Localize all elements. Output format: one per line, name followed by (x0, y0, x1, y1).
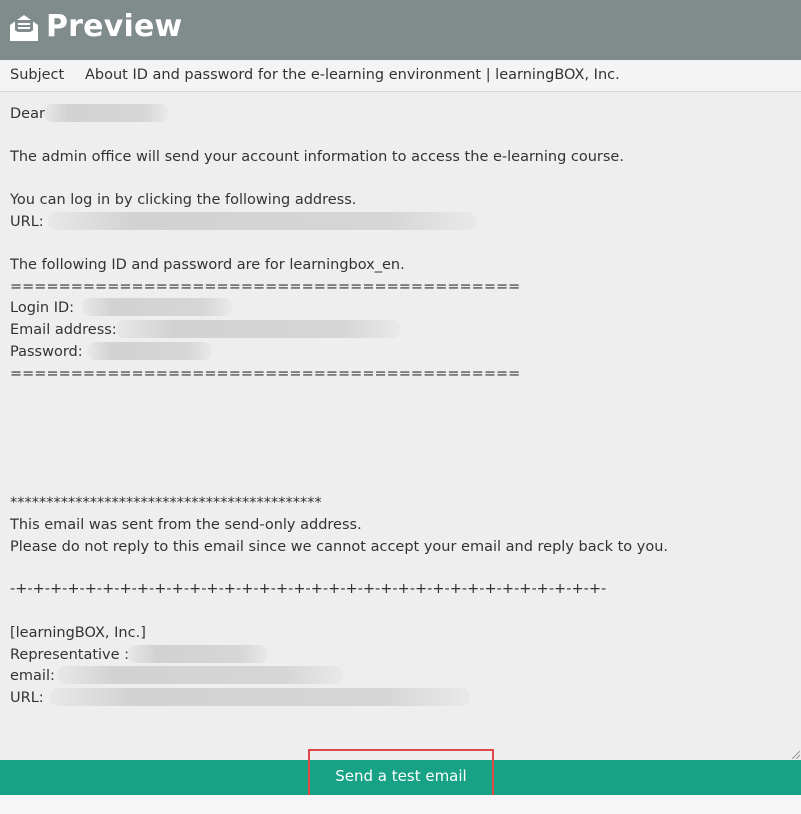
page-title: Preview (46, 9, 183, 44)
redacted-name (44, 104, 168, 122)
email-address-label: Email address: (10, 322, 117, 338)
separator-top: ========================================… (10, 279, 521, 295)
login-instruction: You can log in by clicking the following… (10, 192, 357, 208)
no-reply-notice: Please do not reply to this email since … (10, 539, 669, 555)
separator-bottom: ========================================… (10, 366, 521, 382)
redacted-signature-email (57, 666, 343, 684)
greeting-text: Dear (10, 106, 45, 122)
send-only-notice: This email was sent from the send-only a… (10, 517, 362, 533)
redacted-login-id (82, 298, 232, 316)
bottom-strip (0, 795, 801, 814)
subject-value: About ID and password for the e-learning… (85, 67, 620, 83)
subject-bar: Subject About ID and password for the e-… (0, 60, 801, 92)
signature-url-label: URL: (10, 690, 44, 706)
resize-grip-icon[interactable] (790, 749, 800, 759)
subject-label: Subject (10, 67, 65, 83)
signature-email-label: email: (10, 668, 55, 684)
login-id-label: Login ID: (10, 300, 75, 316)
representative-label: Representative : (10, 647, 130, 663)
redacted-representative (128, 645, 268, 663)
preview-header: Preview (0, 0, 801, 60)
star-divider: ****************************************… (10, 495, 322, 511)
email-body[interactable]: Dear The admin office will send your acc… (0, 92, 801, 760)
redacted-url (48, 212, 476, 230)
dash-divider: -+-+-+-+-+-+-+-+-+-+-+-+-+-+-+-+-+-+-+-+… (10, 581, 607, 597)
url-label: URL: (10, 214, 44, 230)
id-intro-text: The following ID and password are for le… (10, 257, 405, 273)
redacted-signature-url (50, 688, 470, 706)
company-name: [learningBOX, Inc.] (10, 625, 146, 641)
open-envelope-icon (10, 15, 38, 41)
intro-text: The admin office will send your account … (10, 149, 624, 165)
redacted-password (88, 342, 212, 360)
password-label: Password: (10, 344, 83, 360)
redacted-email (116, 320, 400, 338)
